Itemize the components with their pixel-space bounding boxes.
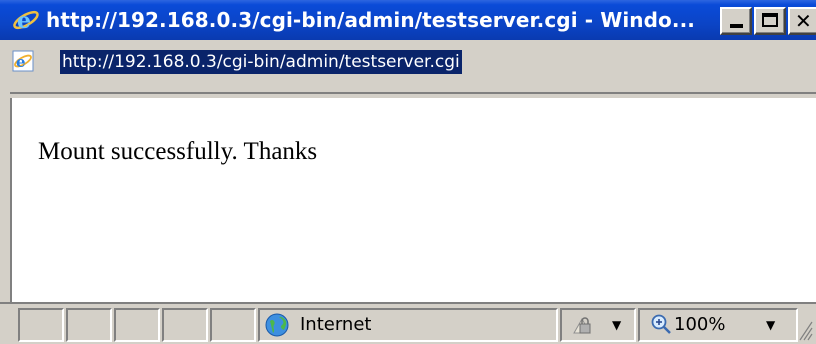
globe-icon xyxy=(265,313,289,337)
status-message: Mount successfully. Thanks xyxy=(38,138,318,165)
lock-icon xyxy=(573,317,591,334)
protected-mode-pane[interactable]: ▼ xyxy=(560,308,636,342)
status-pane xyxy=(18,308,64,342)
window-title: http://192.168.0.3/cgi-bin/admin/testser… xyxy=(46,8,695,32)
close-button[interactable]: ✕ xyxy=(788,7,816,35)
zone-label: Internet xyxy=(300,314,372,335)
ie-logo-icon: e xyxy=(13,8,39,34)
title-bar[interactable]: e http://192.168.0.3/cgi-bin/admin/tests… xyxy=(0,0,816,40)
maximize-icon xyxy=(762,13,778,27)
status-pane xyxy=(162,308,208,342)
close-icon: ✕ xyxy=(795,9,812,33)
svg-text:e: e xyxy=(17,8,31,34)
ie-page-icon: e xyxy=(12,50,34,72)
status-pane xyxy=(66,308,112,342)
magnifier-icon xyxy=(651,314,671,334)
page-content: Mount successfully. Thanks xyxy=(10,98,816,302)
status-pane xyxy=(114,308,160,342)
browser-window: e http://192.168.0.3/cgi-bin/admin/tests… xyxy=(0,0,816,344)
url-field[interactable]: http://192.168.0.3/cgi-bin/admin/testser… xyxy=(60,50,462,74)
zoom-level: 100% xyxy=(674,314,726,335)
address-divider xyxy=(10,92,816,94)
status-pane xyxy=(210,308,256,342)
minimize-icon xyxy=(730,24,743,28)
security-zone-pane[interactable]: Internet xyxy=(258,308,558,342)
maximize-button[interactable] xyxy=(754,7,786,35)
chevron-down-icon[interactable]: ▼ xyxy=(612,312,621,338)
resize-grip-icon[interactable] xyxy=(798,314,814,342)
zoom-pane[interactable]: 100% ▼ xyxy=(638,308,798,342)
status-bar: Internet ▼ 100% ▼ xyxy=(0,302,816,344)
svg-text:e: e xyxy=(16,53,26,71)
address-bar: e http://192.168.0.3/cgi-bin/admin/tests… xyxy=(0,40,816,96)
chevron-down-icon[interactable]: ▼ xyxy=(766,312,775,338)
minimize-button[interactable] xyxy=(720,7,752,35)
